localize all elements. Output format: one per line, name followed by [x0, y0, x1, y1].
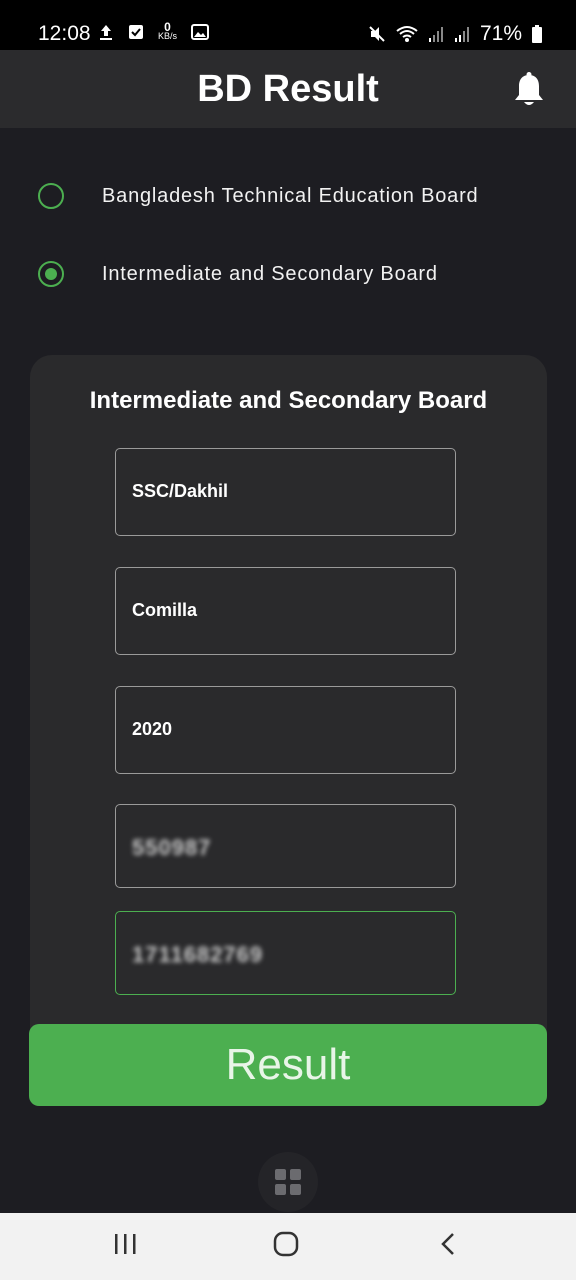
app-bar: BD Result — [0, 50, 576, 128]
battery-icon — [532, 25, 542, 43]
status-bar: 12:08 0 KB/s 71% — [0, 0, 576, 50]
exam-select[interactable]: SSC/Dakhil — [115, 448, 456, 536]
kbs-indicator: 0 KB/s — [158, 20, 178, 41]
battery-percent: 71% — [479, 22, 522, 45]
checkbox-icon — [129, 25, 143, 39]
radio-label: Bangladesh Technical Education Board — [102, 184, 479, 207]
result-button[interactable]: Result — [29, 1024, 547, 1106]
radio-button[interactable] — [38, 183, 64, 209]
exam-value: SSC/Dakhil — [132, 481, 229, 501]
board-select[interactable]: Comilla — [115, 567, 456, 655]
form-title: Intermediate and Secondary Board — [89, 387, 488, 414]
radio-option-technical[interactable]: Bangladesh Technical Education Board — [38, 176, 478, 216]
upload-icon — [100, 25, 112, 40]
signal-icon — [454, 27, 469, 42]
result-form-card: Intermediate and Secondary Board SSC/Dak… — [30, 355, 547, 1055]
mute-icon — [369, 26, 385, 42]
radio-label: Intermediate and Secondary Board — [102, 262, 438, 285]
back-icon[interactable] — [438, 1231, 458, 1257]
wifi-icon — [396, 26, 418, 42]
radio-option-intermediate[interactable]: Intermediate and Secondary Board — [38, 254, 438, 294]
signal-icon — [428, 27, 443, 42]
board-value: Comilla — [132, 600, 198, 620]
system-nav-bar — [0, 1213, 576, 1280]
year-select[interactable]: 2020 — [115, 686, 456, 774]
bell-icon[interactable] — [512, 72, 546, 108]
roll-value: 550987 — [132, 835, 212, 860]
registration-value: 1711682769 — [132, 942, 264, 967]
grid-menu-button[interactable] — [258, 1152, 318, 1212]
recent-apps-icon[interactable] — [113, 1231, 137, 1257]
app-title: BD Result — [197, 68, 379, 110]
roll-input[interactable]: 550987 — [115, 804, 456, 888]
year-value: 2020 — [132, 719, 173, 739]
registration-input[interactable]: 1711682769 — [115, 911, 456, 995]
image-icon — [191, 24, 210, 40]
status-time: 12:08 — [38, 22, 91, 45]
radio-button[interactable] — [38, 261, 64, 287]
home-icon[interactable] — [273, 1231, 299, 1257]
